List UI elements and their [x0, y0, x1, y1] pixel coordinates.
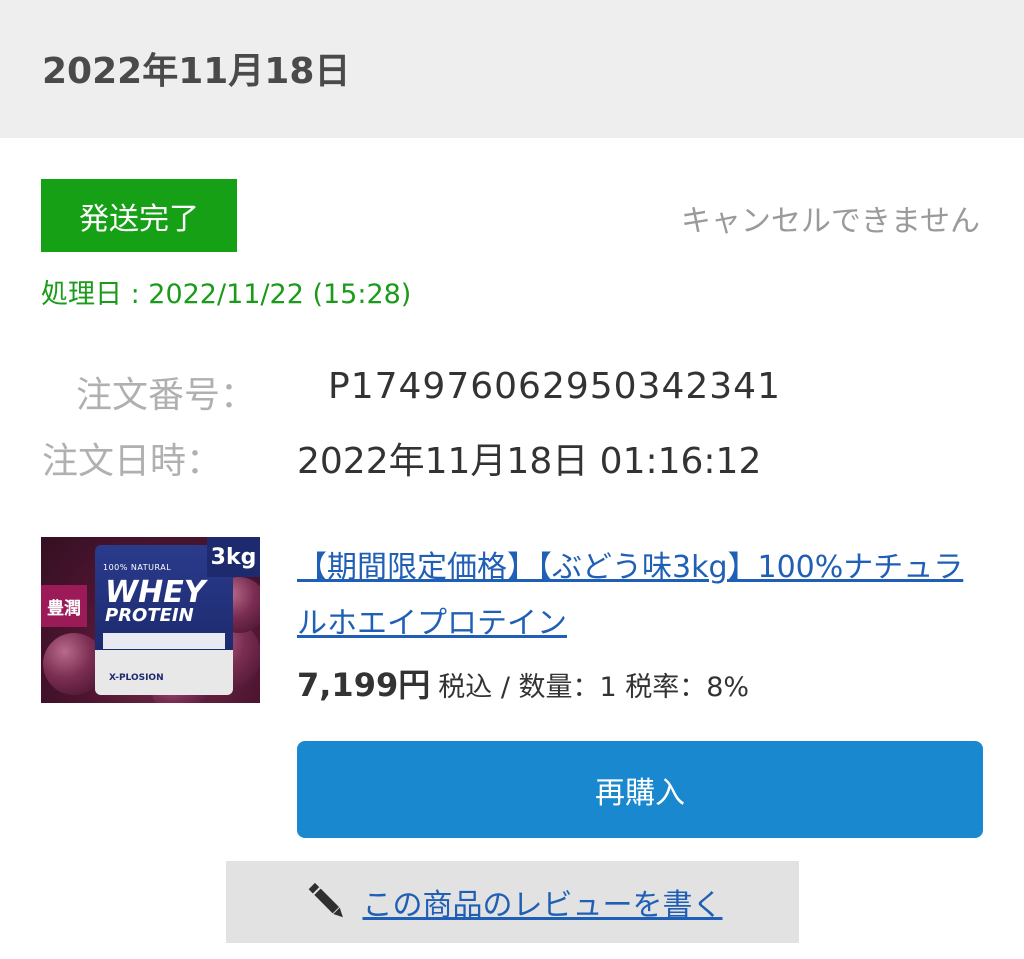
order-datetime-label: 注文日時：: [42, 441, 223, 482]
order-number-value: P174976062950342341: [328, 366, 781, 407]
product-image[interactable]: 100% NATURAL WHEY PROTEIN X-PLOSION 3kg …: [41, 537, 260, 703]
weight-badge: 3kg: [207, 537, 260, 577]
bag-protein-text: PROTEIN: [105, 605, 194, 626]
product-title-link[interactable]: 【期間限定価格】【ぶどう味3kg】100%ナチュラルホエイプロテイン: [297, 540, 987, 652]
status-badge: 発送完了: [41, 179, 237, 252]
price-line: 7,199円 税込 / 数量：1 税率：8%: [297, 660, 749, 706]
flavor-badge: 豊潤: [41, 585, 87, 627]
order-date-header: 2022年11月18日: [0, 0, 1024, 138]
order-number-label: 注文番号：: [76, 375, 257, 416]
product-price: 7,199円: [297, 666, 431, 704]
rebuy-button[interactable]: 再購入: [297, 741, 983, 838]
cancel-note: キャンセルできません: [680, 204, 980, 239]
pencil-icon: [303, 878, 351, 926]
bag-stripe: [103, 633, 225, 649]
review-link[interactable]: この商品のレビューを書く: [363, 880, 723, 924]
bag-brand-text: X-PLOSION: [109, 673, 164, 683]
processed-date: 処理日 : 2022/11/22 (15:28): [41, 279, 412, 310]
order-datetime-value: 2022年11月18日 01:16:12: [297, 441, 762, 482]
order-date-title: 2022年11月18日: [42, 51, 351, 92]
review-box: この商品のレビューを書く: [226, 861, 799, 943]
price-meta: 税込 / 数量：1 税率：8%: [438, 672, 750, 703]
bag-top-text: 100% NATURAL: [103, 563, 172, 572]
